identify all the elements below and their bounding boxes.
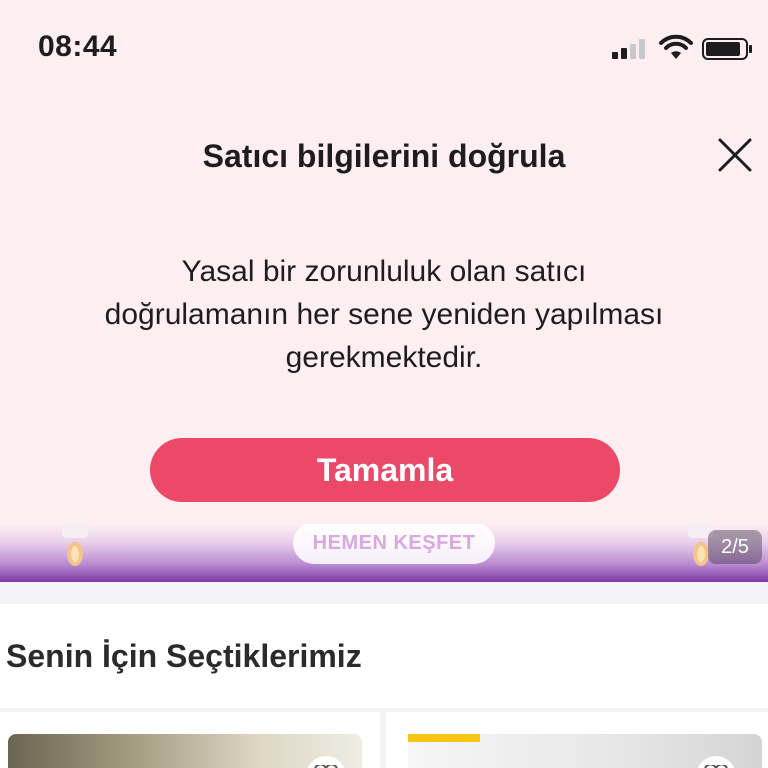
product-badge [408,734,480,742]
status-bar: 08:44 [0,0,768,100]
status-time: 08:44 [38,30,118,63]
wifi-icon [658,34,694,62]
section-title: Senin İçin Seçtiklerimiz [6,638,362,674]
product-card[interactable] [386,712,768,768]
close-button[interactable] [710,132,760,182]
seller-verification-sheet: Satıcı bilgilerini doğrula Yasal bir zor… [0,100,768,524]
banner-page-indicator: 2/5 [708,530,762,564]
product-image [8,734,362,768]
close-icon [717,137,753,178]
complete-button[interactable]: Tamamla [150,438,620,502]
sheet-title: Satıcı bilgilerini doğrula [202,138,566,174]
discover-now-button[interactable]: HEMEN KEŞFET [293,524,495,564]
promo-banner[interactable]: HEMEN KEŞFET 2/5 [0,524,768,582]
recommendations-section: Senin İçin Seçtiklerimiz [0,604,768,708]
product-card[interactable] [0,712,380,768]
lamp-icon [58,524,92,568]
signal-icon [612,38,646,62]
sheet-message: Yasal bir zorunluluk olan satıcı doğrula… [104,255,664,374]
product-grid [0,712,768,768]
battery-icon [702,38,754,60]
